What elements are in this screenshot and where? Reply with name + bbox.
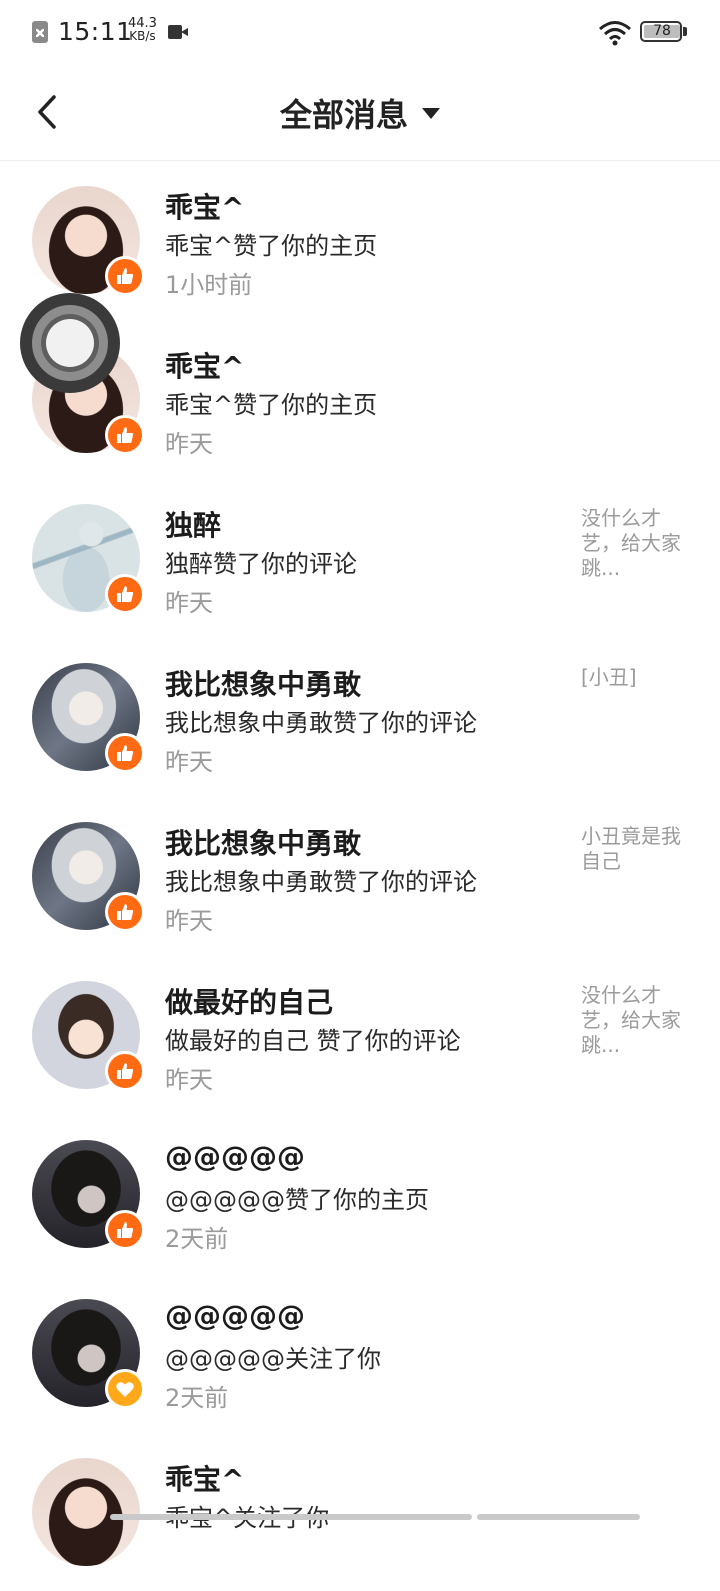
message-text: 独醉赞了你的评论 — [165, 550, 357, 578]
network-speed-unit: KB/s — [129, 29, 156, 43]
sender-name: @@@@@ — [165, 1140, 305, 1173]
assistive-touch-core — [46, 319, 94, 367]
home-indicator — [110, 1514, 640, 1520]
message-item[interactable]: @@@@@ @@@@@赞了你的主页 2天前 — [0, 1114, 720, 1273]
header: 全部消息 — [0, 64, 720, 161]
comment-preview: 没什么才艺，给大家跳... — [581, 983, 681, 1057]
message-text: @@@@@关注了你 — [165, 1345, 381, 1373]
message-time: 昨天 — [165, 1066, 213, 1094]
thumbs-up-icon — [105, 256, 145, 296]
message-time: 昨天 — [165, 748, 213, 776]
sender-name: 我比想象中勇敢 — [165, 827, 362, 860]
message-time: 昨天 — [165, 589, 213, 617]
message-text: 我比想象中勇敢赞了你的评论 — [165, 868, 477, 896]
message-item[interactable]: 我比想象中勇敢 我比想象中勇敢赞了你的评论 昨天 [小丑] — [0, 637, 720, 796]
title-dropdown[interactable]: 全部消息 — [0, 90, 720, 136]
sender-name: 乖宝^ — [165, 191, 245, 224]
message-item[interactable]: 我比想象中勇敢 我比想象中勇敢赞了你的评论 昨天 小丑竟是我自己 — [0, 796, 720, 955]
message-time: 1小时前 — [165, 271, 253, 299]
message-text: 做最好的自己 赞了你的评论 — [165, 1027, 461, 1055]
video-camera-icon — [168, 25, 182, 39]
message-text: 我比想象中勇敢赞了你的评论 — [165, 709, 477, 737]
sender-name: 做最好的自己 — [165, 986, 334, 1019]
message-time: 2天前 — [165, 1384, 229, 1412]
status-bar: 15:11 44.3 KB/s 78 — [0, 0, 720, 64]
message-text: @@@@@赞了你的主页 — [165, 1186, 429, 1214]
sender-name: 乖宝^ — [165, 1463, 245, 1496]
thumbs-up-icon — [105, 574, 145, 614]
avatar[interactable] — [32, 1458, 140, 1566]
thumbs-up-icon — [105, 415, 145, 455]
heart-icon — [105, 1369, 145, 1409]
thumbs-up-icon — [105, 1051, 145, 1091]
thumbs-up-icon — [105, 892, 145, 932]
sender-name: 独醉 — [165, 509, 222, 542]
status-time: 15:11 — [58, 17, 133, 46]
message-time: 昨天 — [165, 907, 213, 935]
comment-preview: [小丑] — [581, 665, 637, 689]
battery-icon: 78 — [640, 21, 682, 42]
assistive-touch-button[interactable] — [20, 293, 120, 393]
thumbs-up-icon — [105, 1210, 145, 1250]
network-speed: 44.3 KB/s — [128, 17, 157, 43]
sender-name: @@@@@ — [165, 1299, 305, 1332]
battery-level: 78 — [644, 24, 680, 38]
comment-preview: 没什么才艺，给大家跳... — [581, 506, 681, 580]
assistive-touch-inner — [41, 314, 99, 372]
sender-name: 乖宝^ — [165, 350, 245, 383]
assistive-touch-ring — [32, 305, 108, 381]
message-text: 乖宝^赞了你的主页 — [165, 391, 378, 419]
message-text: 乖宝^赞了你的主页 — [165, 232, 378, 260]
thumbs-up-icon — [105, 733, 145, 773]
caret-down-icon — [422, 107, 440, 119]
no-sim-icon — [32, 21, 48, 43]
message-item[interactable]: @@@@@ @@@@@关注了你 2天前 — [0, 1273, 720, 1432]
message-time: 昨天 — [165, 430, 213, 458]
wifi-icon — [599, 21, 631, 46]
message-item[interactable]: 乖宝^ 乖宝^赞了你的主页 1小时前 — [0, 160, 720, 319]
message-item[interactable]: 做最好的自己 做最好的自己 赞了你的评论 昨天 没什么才艺，给大家跳... — [0, 955, 720, 1114]
battery-cap — [683, 27, 687, 36]
message-item[interactable]: 独醉 独醉赞了你的评论 昨天 没什么才艺，给大家跳... — [0, 478, 720, 637]
sender-name: 我比想象中勇敢 — [165, 668, 362, 701]
message-item[interactable]: 乖宝^ 乖宝^关注了你 — [0, 1432, 720, 1591]
page-title: 全部消息 — [279, 96, 408, 134]
message-time: 2天前 — [165, 1225, 229, 1253]
comment-preview: 小丑竟是我自己 — [581, 824, 681, 873]
